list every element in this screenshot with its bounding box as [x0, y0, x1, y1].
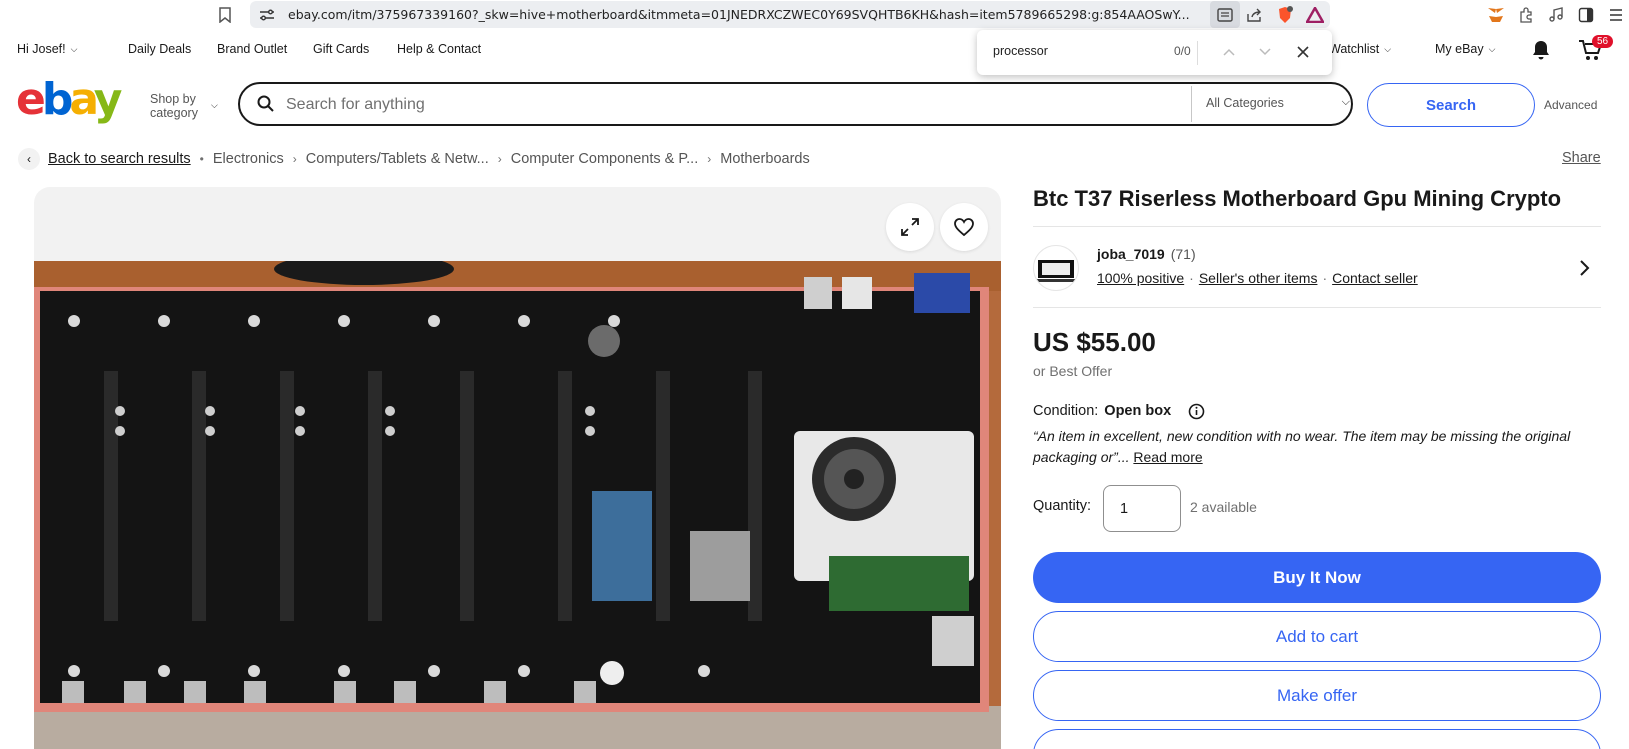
help-contact-link[interactable]: Help & Contact: [397, 42, 481, 56]
breadcrumb-computers[interactable]: Computers/Tablets & Netw...: [306, 151, 489, 167]
chevron-down-icon: ⌵: [70, 44, 78, 54]
back-to-search-link[interactable]: Back to search results: [48, 151, 191, 167]
heart-icon[interactable]: [940, 203, 988, 251]
add-to-cart-button[interactable]: Add to cart: [1033, 611, 1601, 662]
search-input[interactable]: [286, 93, 1146, 117]
category-select[interactable]: All Categories ⌵: [1206, 96, 1356, 110]
quantity-input[interactable]: [1103, 485, 1181, 532]
extensions-icon[interactable]: [1513, 2, 1539, 28]
chevron-down-icon: ⌵: [1384, 44, 1392, 54]
media-icon[interactable]: [1543, 2, 1569, 28]
greeting-menu[interactable]: Hi Josef! ⌵: [17, 42, 77, 56]
seller-other-items-link[interactable]: Seller's other items: [1199, 270, 1318, 286]
chevron-right-icon: ›: [292, 152, 297, 166]
cart-count-badge: 56: [1592, 35, 1614, 48]
site-settings-icon[interactable]: [258, 6, 276, 24]
breadcrumb-motherboards[interactable]: Motherboards: [720, 151, 809, 167]
svg-text:ebay: ebay: [16, 76, 122, 125]
ebay-logo[interactable]: ebay: [16, 76, 136, 126]
watchlist-menu[interactable]: Watchlist ⌵: [1329, 42, 1391, 56]
shop-by-category[interactable]: Shop by category ⌵: [150, 92, 218, 120]
bookmark-icon[interactable]: [214, 4, 236, 26]
product-title: Btc T37 Riserless Motherboard Gpu Mining…: [1033, 186, 1562, 211]
info-icon[interactable]: [1188, 403, 1205, 420]
quantity-available: 2 available: [1190, 499, 1257, 515]
my-ebay-menu[interactable]: My eBay ⌵: [1435, 42, 1495, 56]
chevron-down-icon: ⌵: [1488, 44, 1496, 54]
chevron-down-icon[interactable]: [1255, 42, 1275, 62]
address-bar[interactable]: ebay.com/itm/375967339160?_skw=hive+moth…: [250, 1, 1330, 28]
my-ebay-label: My eBay: [1435, 42, 1484, 56]
find-in-page-bar: processor 0/0: [977, 30, 1332, 75]
daily-deals-link[interactable]: Daily Deals: [128, 42, 191, 56]
divider: [1033, 307, 1601, 308]
read-more-link[interactable]: Read more: [1133, 449, 1202, 465]
find-match-count: 0/0: [1174, 44, 1191, 58]
seller-name-row: joba_7019 (71): [1097, 246, 1196, 262]
brand-outlet-link[interactable]: Brand Outlet: [217, 42, 287, 56]
chevron-down-icon: ⌵: [211, 100, 218, 110]
brave-shield-icon[interactable]: [1270, 1, 1300, 28]
menu-icon[interactable]: [1603, 2, 1629, 28]
category-label: category: [150, 106, 198, 120]
seller-links: 100% positive · Seller's other items · Conta…: [1097, 270, 1418, 286]
seller-name[interactable]: joba_7019: [1097, 246, 1165, 262]
quantity-label: Quantity:: [1033, 498, 1092, 514]
find-divider: [1197, 41, 1198, 65]
best-offer-label: or Best Offer: [1033, 363, 1113, 379]
chevron-right-icon: ›: [497, 152, 502, 166]
find-query-input[interactable]: processor: [993, 44, 1048, 58]
search-icon: [257, 95, 274, 112]
search-button[interactable]: Search: [1367, 83, 1535, 127]
separator-dot: ·: [1322, 270, 1328, 286]
seller-avatar[interactable]: [1033, 245, 1079, 291]
chevron-right-icon[interactable]: [1578, 259, 1592, 277]
condition-label: Condition:: [1033, 403, 1099, 419]
condition-value: Open box: [1104, 403, 1172, 419]
category-select-label: All Categories: [1206, 96, 1284, 110]
browser-toolbar: ebay.com/itm/375967339160?_skw=hive+moth…: [0, 0, 1629, 30]
seller-positive-link[interactable]: 100% positive: [1097, 270, 1184, 286]
url-text[interactable]: ebay.com/itm/375967339160?_skw=hive+moth…: [288, 7, 1198, 22]
contact-seller-link[interactable]: Contact seller: [1332, 270, 1418, 286]
price: US $55.00: [1033, 327, 1156, 357]
buy-it-now-button[interactable]: Buy It Now: [1033, 552, 1601, 603]
product-image-gallery[interactable]: [34, 187, 1001, 749]
product-photo: [34, 261, 1001, 749]
brave-rewards-icon[interactable]: [1300, 1, 1330, 28]
watchlist-label: Watchlist: [1329, 42, 1380, 56]
make-offer-button[interactable]: Make offer: [1033, 670, 1601, 721]
breadcrumb-electronics[interactable]: Electronics: [213, 151, 284, 167]
chevron-down-icon: ⌵: [1341, 96, 1350, 108]
breadcrumb: ‹ Back to search results • Electronics ›…: [18, 148, 810, 170]
condition-row: Condition: Open box: [1033, 403, 1171, 419]
breadcrumb-components[interactable]: Computer Components & P...: [511, 151, 699, 167]
condition-description: “An item in excellent, new condition wit…: [1033, 426, 1593, 468]
top-nav: Hi Josef! ⌵ Daily Deals Brand Outlet Gift…: [0, 34, 1629, 66]
separator-dot: ·: [1189, 270, 1194, 286]
seller-feedback-score: (71): [1170, 246, 1196, 262]
back-arrow-icon[interactable]: ‹: [18, 148, 40, 170]
notification-bell-icon[interactable]: [1530, 39, 1552, 61]
share-link[interactable]: Share: [1562, 150, 1601, 166]
chevron-right-icon: ›: [707, 152, 712, 166]
shop-by-label: Shop by: [150, 92, 196, 106]
greeting-label: Hi Josef!: [17, 42, 66, 56]
add-to-watchlist-button[interactable]: [1033, 729, 1601, 749]
gift-cards-link[interactable]: Gift Cards: [313, 42, 369, 56]
close-icon[interactable]: [1293, 42, 1313, 62]
breadcrumb-separator: •: [199, 152, 204, 166]
advanced-search-link[interactable]: Advanced: [1544, 98, 1597, 112]
sidebar-icon[interactable]: [1573, 2, 1599, 28]
divider: [1033, 226, 1601, 227]
search-divider: [1191, 86, 1192, 122]
metamask-icon[interactable]: [1483, 2, 1509, 28]
share-icon[interactable]: [1240, 1, 1270, 28]
reader-mode-icon[interactable]: [1210, 1, 1240, 28]
expand-icon[interactable]: [886, 203, 934, 251]
chevron-up-icon[interactable]: [1219, 42, 1239, 62]
seller-logo-icon: [1036, 260, 1076, 282]
condition-description-text: “An item in excellent, new condition wit…: [1033, 428, 1571, 465]
search-bar: All Categories ⌵: [238, 82, 1353, 126]
